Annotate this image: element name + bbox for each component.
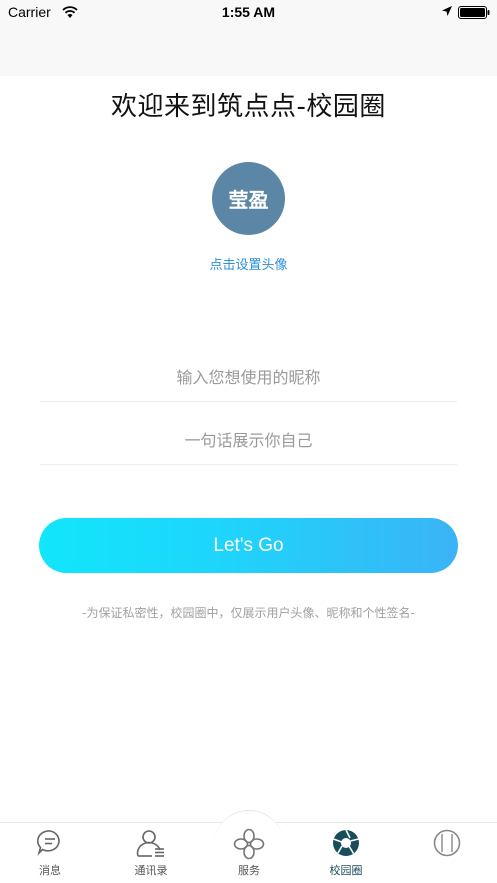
- location-arrow-icon: [442, 6, 452, 16]
- status-bar: Carrier 1:55 AM: [0, 0, 497, 28]
- tab-me[interactable]: [407, 828, 487, 880]
- service-icon: [233, 828, 265, 860]
- tab-messages[interactable]: 消息: [10, 828, 90, 880]
- tab-label: 消息: [39, 864, 61, 877]
- signature-input[interactable]: [40, 417, 457, 465]
- privacy-note: -为保证私密性，校园圈中，仅展示用户头像、昵称和个性签名-: [82, 606, 415, 620]
- tab-service[interactable]: 服务: [209, 828, 289, 880]
- page-title: 欢迎来到筑点点-校园圈: [111, 92, 386, 122]
- contacts-icon: [136, 830, 164, 857]
- tab-campus-circle[interactable]: 校园圈: [306, 828, 386, 880]
- avatar-initials: 莹盈: [228, 188, 269, 212]
- tab-label: 校园圈: [329, 864, 363, 877]
- me-icon: [433, 829, 461, 857]
- campus-icon: [333, 829, 359, 856]
- status-time: 1:55 AM: [221, 4, 276, 20]
- tab-label: 服务: [238, 864, 260, 877]
- nickname-input[interactable]: [40, 354, 457, 402]
- set-avatar-link[interactable]: 点击设置头像: [0, 254, 497, 273]
- battery-icon: [458, 6, 490, 19]
- tab-label: 通讯录: [134, 864, 168, 877]
- nav-bar: [0, 28, 497, 76]
- message-icon: [37, 830, 60, 856]
- tab-contacts[interactable]: 通讯录: [111, 828, 191, 880]
- avatar[interactable]: 莹盈: [212, 162, 285, 235]
- lets-go-button[interactable]: Let's Go: [39, 518, 458, 573]
